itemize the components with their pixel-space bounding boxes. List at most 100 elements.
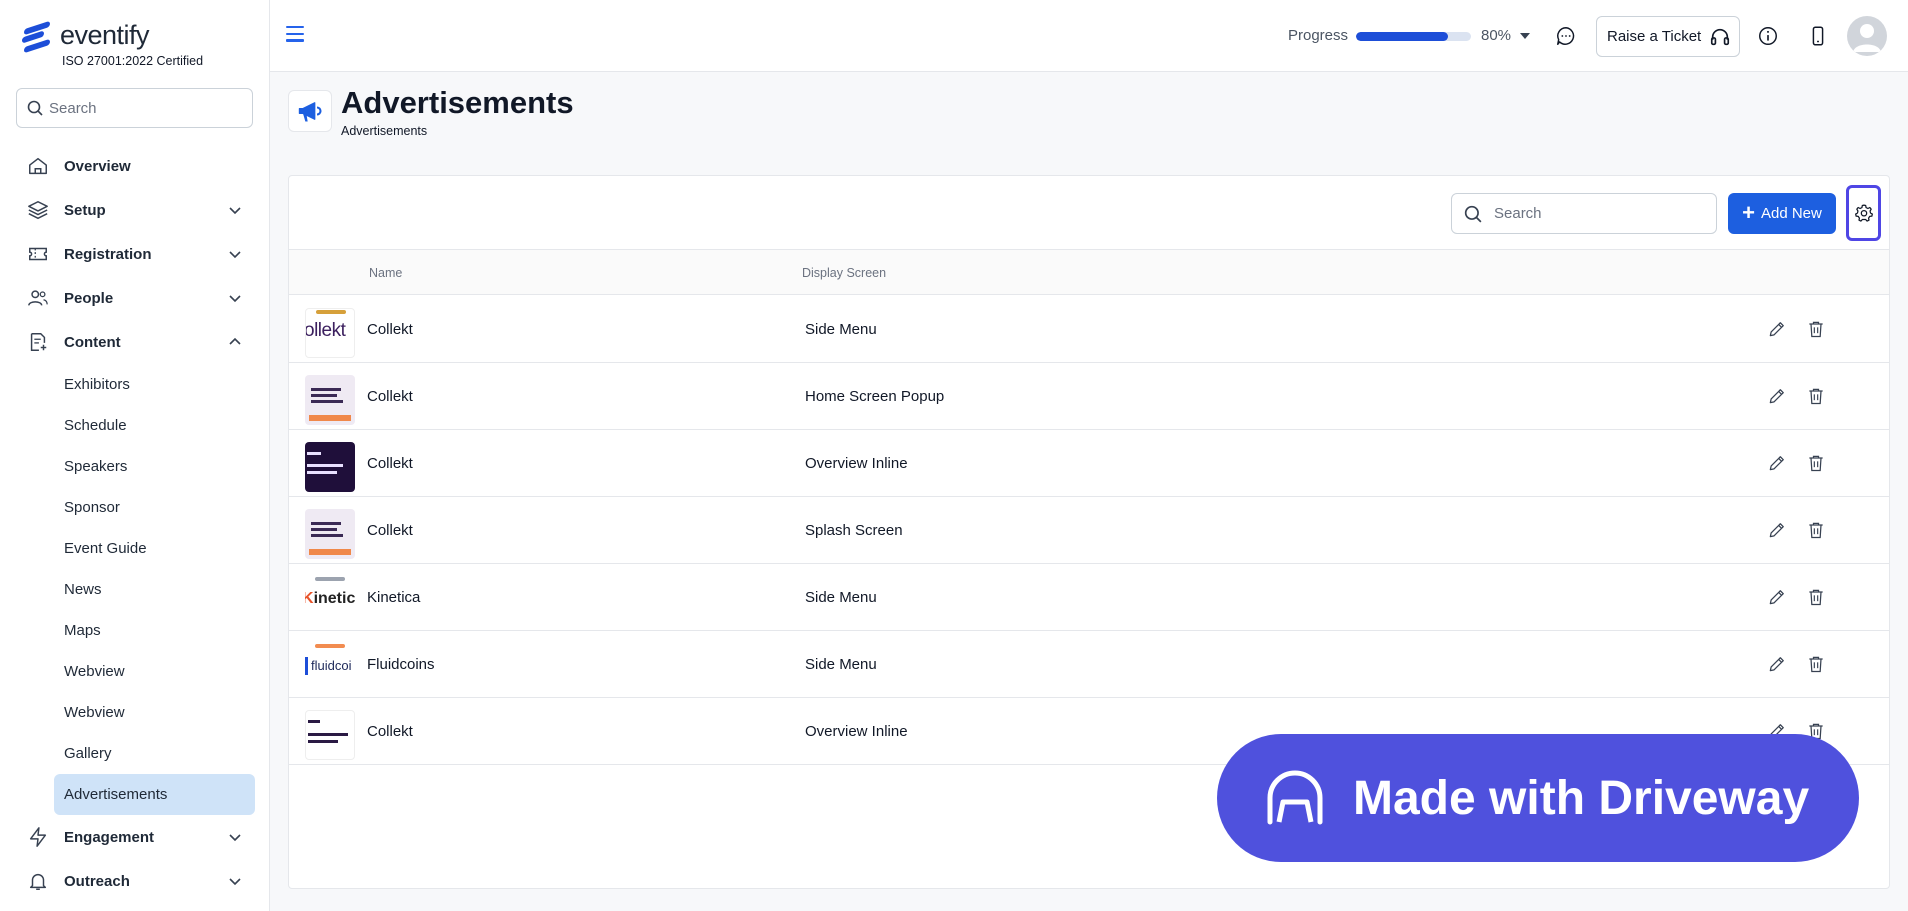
raise-ticket-button[interactable]: Raise a Ticket: [1596, 16, 1740, 57]
ad-display-screen: Overview Inline: [805, 723, 908, 740]
table-row[interactable]: fluidcoi Fluidcoins Side Menu: [289, 631, 1889, 698]
ad-display-screen: Overview Inline: [805, 455, 908, 472]
made-with-driveway-badge[interactable]: Made with Driveway: [1217, 734, 1859, 862]
ad-name: Fluidcoins: [367, 656, 435, 673]
chevron-down-icon: [229, 207, 241, 215]
sidebar-subitem-maps[interactable]: Maps: [0, 610, 269, 651]
sidebar-subitem-speakers[interactable]: Speakers: [0, 446, 269, 487]
column-header-display-screen[interactable]: Display Screen: [802, 266, 886, 280]
ad-thumbnail: fluidcoi: [305, 643, 355, 693]
trash-icon[interactable]: [1804, 652, 1828, 676]
sidebar-subitem-event-guide[interactable]: Event Guide: [0, 528, 269, 569]
gear-icon: [1854, 204, 1873, 222]
sidebar-subitem-exhibitors[interactable]: Exhibitors: [0, 364, 269, 405]
trash-icon[interactable]: [1804, 518, 1828, 542]
sidebar-subitem-advertisements[interactable]: Advertisements: [54, 774, 255, 815]
ad-thumbnail: Kinetica: [305, 576, 355, 626]
document-plus-icon: [26, 330, 50, 354]
progress-value: 80%: [1481, 27, 1512, 44]
sidebar-item-people[interactable]: People: [0, 276, 269, 320]
ad-thumbnail: [305, 375, 355, 425]
column-header-name[interactable]: Name: [369, 266, 402, 280]
sidebar-item-label: Overview: [64, 157, 131, 175]
ad-thumbnail: ollekt: [305, 308, 355, 358]
sidebar-item-label: Registration: [64, 245, 152, 263]
sidebar-subitem-gallery[interactable]: Gallery: [0, 733, 269, 774]
ad-display-screen: Side Menu: [805, 321, 877, 338]
brand-name: eventify: [60, 20, 150, 50]
trash-icon[interactable]: [1804, 451, 1828, 475]
table-search[interactable]: [1451, 193, 1717, 234]
search-icon: [1464, 205, 1482, 222]
ad-name: Kinetica: [367, 589, 421, 606]
table-row[interactable]: Collekt Splash Screen: [289, 497, 1889, 564]
chevron-down-icon: [229, 878, 241, 886]
sidebar-item-outreach[interactable]: Outreach: [0, 859, 269, 903]
sidebar-search[interactable]: [16, 88, 253, 128]
table-row[interactable]: Collekt Home Screen Popup: [289, 363, 1889, 430]
ad-name: Collekt: [367, 723, 413, 740]
ad-display-screen: Home Screen Popup: [805, 388, 945, 405]
sidebar-item-registration[interactable]: Registration: [0, 232, 269, 276]
table-row[interactable]: Kinetica Kinetica Side Menu: [289, 564, 1889, 631]
sidebar-subitem-webview[interactable]: Webview: [0, 692, 269, 733]
certification-label: ISO 27001:2022 Certified: [62, 54, 204, 68]
search-icon: [27, 100, 43, 116]
sidebar-subitem-webview[interactable]: Webview: [0, 651, 269, 692]
bell-icon: [26, 869, 50, 893]
menu-toggle-icon[interactable]: [286, 26, 304, 42]
mobile-icon[interactable]: [1806, 24, 1830, 48]
layers-icon: [26, 198, 50, 222]
sidebar-item-engagement[interactable]: Engagement: [0, 815, 269, 859]
add-new-button[interactable]: + Add New: [1728, 193, 1836, 234]
badge-text: Made with Driveway: [1353, 771, 1810, 825]
raise-ticket-label: Raise a Ticket: [1607, 28, 1702, 45]
sidebar-item-label: Engagement: [64, 828, 155, 846]
sidebar-item-content[interactable]: Content: [0, 320, 269, 364]
page-title: Advertisements: [341, 85, 574, 120]
table-settings-button[interactable]: [1846, 185, 1881, 241]
chat-icon[interactable]: [1554, 24, 1578, 48]
trash-icon[interactable]: [1804, 585, 1828, 609]
breadcrumb[interactable]: Advertisements: [341, 124, 427, 138]
headset-icon: [1711, 28, 1730, 45]
ad-thumbnail: [305, 509, 355, 559]
sidebar-item-overview[interactable]: Overview: [0, 144, 269, 188]
avatar[interactable]: [1847, 16, 1887, 56]
chevron-down-icon: [229, 295, 241, 303]
lightning-icon: [26, 825, 50, 849]
sidebar-subitem-schedule[interactable]: Schedule: [0, 405, 269, 446]
progress-dropdown-caret-icon[interactable]: [1520, 33, 1530, 39]
table-row[interactable]: Collekt Overview Inline: [289, 430, 1889, 497]
ad-thumbnail: [305, 710, 355, 760]
table-search-input[interactable]: [1494, 205, 1704, 222]
chevron-down-icon: [229, 251, 241, 259]
home-icon: [26, 154, 50, 178]
ad-display-screen: Side Menu: [805, 656, 877, 673]
progress-bar-fill: [1356, 32, 1448, 41]
edit-icon[interactable]: [1765, 384, 1789, 408]
trash-icon[interactable]: [1804, 317, 1828, 341]
brand-logo[interactable]: eventify: [22, 20, 150, 53]
sidebar-subitem-sponsor[interactable]: Sponsor: [0, 487, 269, 528]
info-icon[interactable]: [1756, 24, 1780, 48]
sidebar-item-label: People: [64, 289, 114, 307]
sidebar-item-setup[interactable]: Setup: [0, 188, 269, 232]
ad-name: Collekt: [367, 388, 413, 405]
sidebar-search-input[interactable]: [49, 99, 239, 117]
edit-icon[interactable]: [1765, 652, 1789, 676]
add-new-label: Add New: [1760, 205, 1822, 222]
sidebar-item-label: Outreach: [64, 872, 130, 890]
sidebar-subitem-news[interactable]: News: [0, 569, 269, 610]
megaphone-icon: [288, 90, 332, 132]
top-header: Progress 80% Raise a Ticket: [270, 0, 1908, 72]
progress-bar: [1356, 32, 1471, 41]
ad-display-screen: Side Menu: [805, 589, 877, 606]
edit-icon[interactable]: [1765, 585, 1789, 609]
edit-icon[interactable]: [1765, 317, 1789, 341]
trash-icon[interactable]: [1804, 384, 1828, 408]
table-row[interactable]: ollekt Collekt Side Menu: [289, 296, 1889, 363]
sidebar-nav: Overview Setup Registration People Conte…: [0, 144, 269, 903]
edit-icon[interactable]: [1765, 451, 1789, 475]
edit-icon[interactable]: [1765, 518, 1789, 542]
